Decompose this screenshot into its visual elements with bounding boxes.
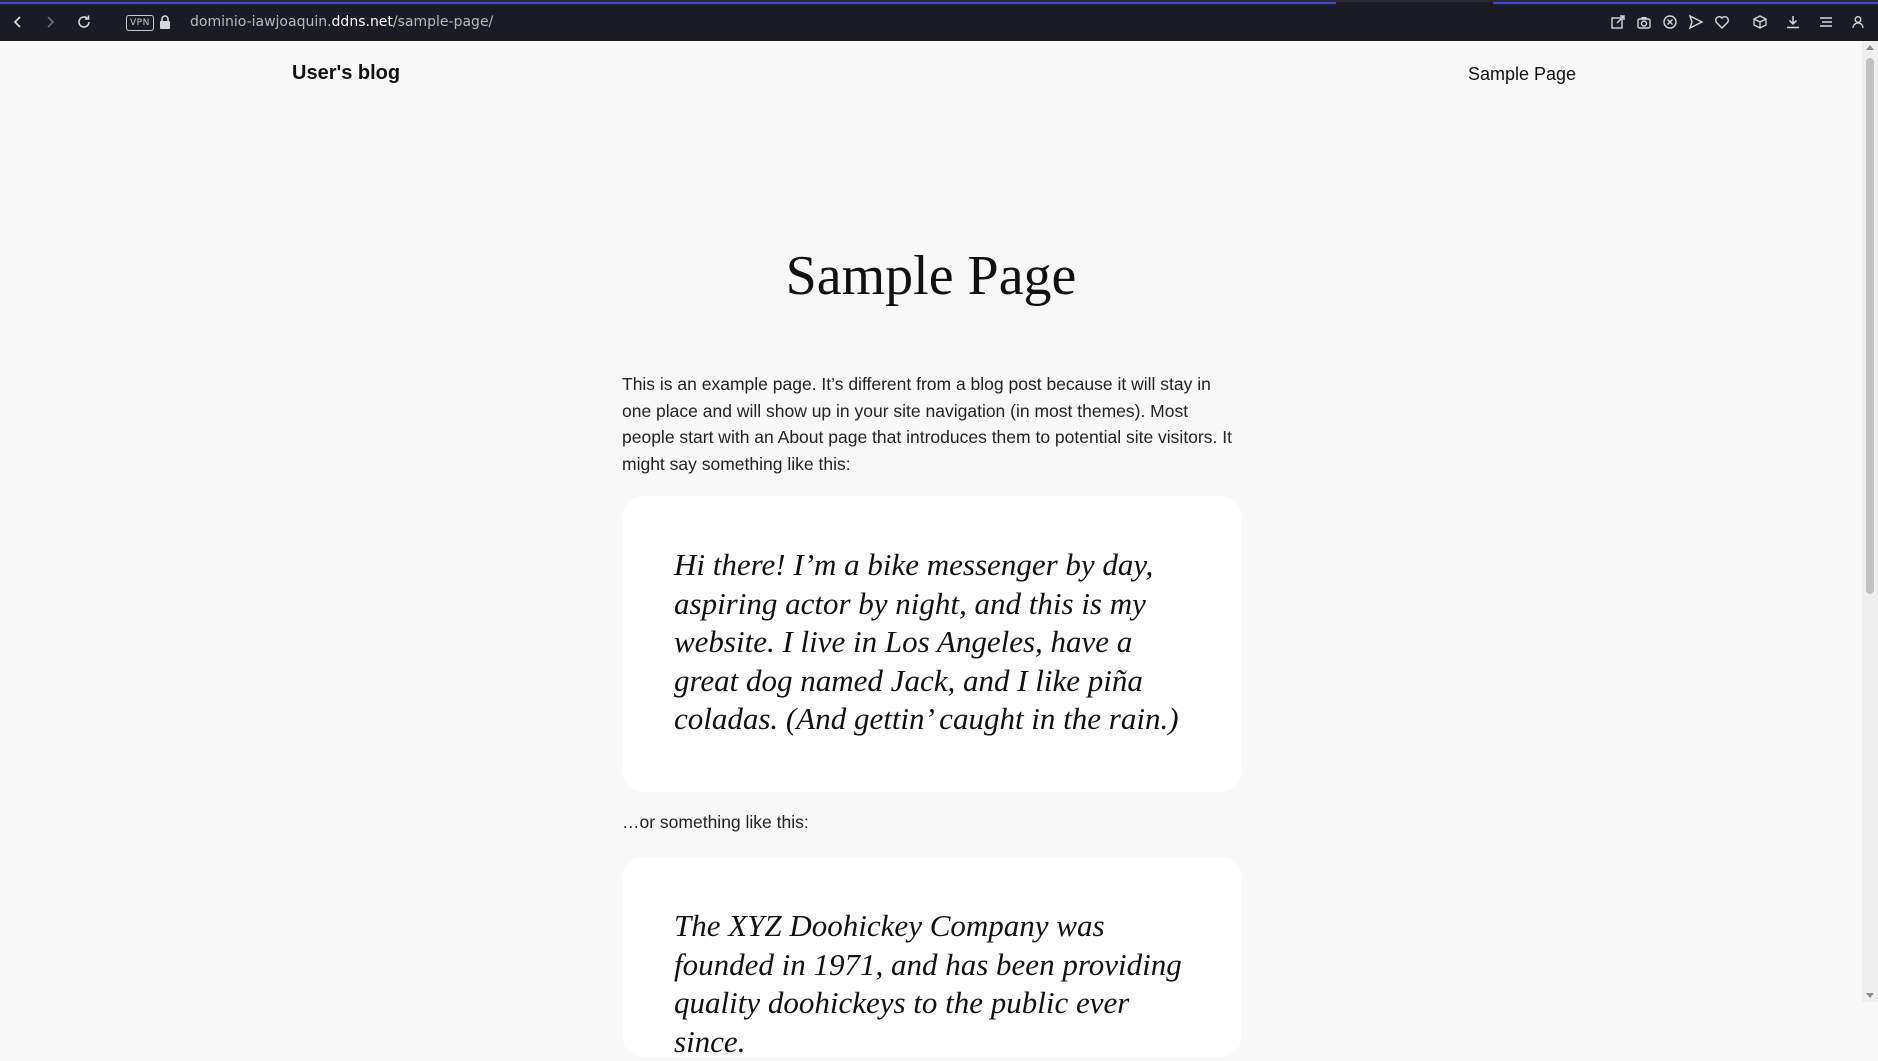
block-icon[interactable] — [1658, 10, 1682, 34]
url-domain: ddns.net — [331, 14, 393, 30]
browser-toolbar: VPN dominio-iawjoaquin.ddns.net/sample-p… — [0, 0, 1878, 41]
url-path: /sample-page/ — [392, 14, 494, 30]
menu-icon[interactable] — [1814, 10, 1838, 34]
download-icon[interactable] — [1781, 10, 1805, 34]
body-paragraph: …or something like this: — [622, 812, 809, 832]
intro-paragraph: This is an example page. It’s different … — [622, 374, 1232, 474]
forward-icon[interactable] — [38, 10, 62, 34]
cube-icon[interactable] — [1748, 10, 1772, 34]
scrollbar[interactable] — [1862, 41, 1878, 1002]
pullquote: Hi there! I’m a bike messenger by day, a… — [622, 496, 1242, 792]
send-icon[interactable] — [1684, 10, 1708, 34]
vpn-badge[interactable]: VPN — [126, 15, 154, 31]
profile-icon[interactable] — [1846, 10, 1870, 34]
scrollbar-thumb[interactable] — [1866, 58, 1874, 594]
url-prefix: dominio-iawjoaquin. — [190, 14, 332, 30]
camera-icon[interactable] — [1632, 10, 1656, 34]
back-icon[interactable] — [6, 10, 30, 34]
quote-text: Hi there! I’m a bike messenger by day, a… — [674, 547, 1179, 736]
share-icon[interactable] — [1606, 10, 1630, 34]
address-bar[interactable]: dominio-iawjoaquin.ddns.net/sample-page/ — [190, 2, 493, 43]
site-title[interactable]: User's blog — [292, 62, 400, 85]
scroll-up-icon[interactable] — [1866, 45, 1874, 50]
page-title: Sample Page — [785, 245, 1077, 307]
tab-indicator — [1493, 2, 1878, 4]
nav-item-sample-page[interactable]: Sample Page — [1468, 64, 1576, 85]
reload-icon[interactable] — [72, 10, 96, 34]
quote-text: The XYZ Doohickey Company was founded in… — [674, 908, 1182, 1059]
lock-icon[interactable] — [158, 14, 172, 30]
heart-icon[interactable] — [1710, 10, 1734, 34]
scroll-down-icon[interactable] — [1866, 993, 1874, 998]
pullquote: The XYZ Doohickey Company was founded in… — [622, 857, 1242, 1059]
